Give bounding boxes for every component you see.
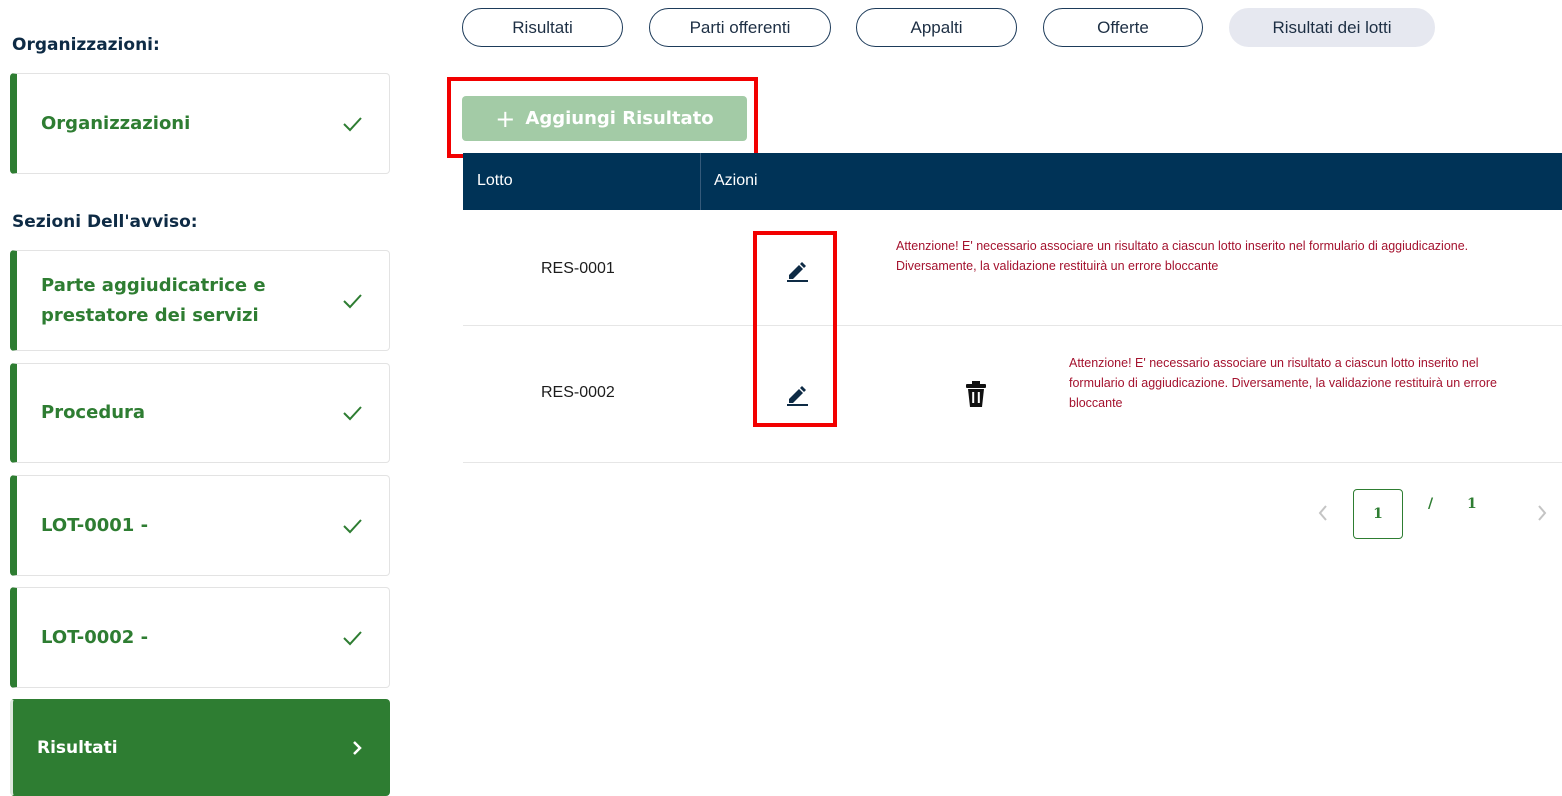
warning-message: Attenzione! E' necessario associare un r… (1069, 356, 1497, 410)
organizations-heading: Organizzazioni: (12, 35, 160, 55)
sidebar-item-label: Parte aggiudicatrice e prestatore dei se… (41, 274, 266, 326)
sidebar-item-label: LOT-0002 - (41, 626, 149, 648)
warning-message: Attenzione! E' necessario associare un r… (896, 239, 1469, 273)
sidebar-item-lot-0002[interactable]: LOT-0002 - (10, 587, 390, 688)
tab-risultati[interactable]: Risultati (462, 8, 623, 47)
sections-heading: Sezioni Dell'avviso: (12, 212, 198, 232)
column-header-lotto: Lotto (477, 172, 513, 189)
page-separator: / (1428, 496, 1434, 512)
column-header-azioni: Azioni (714, 172, 758, 189)
add-result-button[interactable]: + Aggiungi Risultato (462, 96, 747, 141)
sidebar-item-risultati[interactable]: Risultati (10, 699, 390, 796)
tab-appalti[interactable]: Appalti (856, 8, 1017, 47)
sidebar-item-lot-0001[interactable]: LOT-0001 - (10, 475, 390, 576)
check-icon (343, 630, 362, 645)
row-code: RES-0002 (541, 384, 615, 401)
add-result-label: Aggiungi Risultato (525, 108, 714, 129)
check-icon (343, 406, 362, 421)
chevron-right-icon[interactable] (1535, 503, 1549, 523)
sidebar-item-organizzazioni[interactable]: Organizzazioni (10, 73, 390, 174)
sidebar-item-label: Organizzazioni (41, 112, 191, 134)
total-pages: 1 (1467, 496, 1477, 512)
table-header: Lotto Azioni (463, 153, 1562, 210)
highlight-edit-icons (753, 231, 837, 427)
check-icon (343, 116, 362, 131)
plus-icon: + (495, 104, 516, 133)
tab-parti-offerenti[interactable]: Parti offerenti (649, 8, 831, 47)
current-page[interactable]: 1 (1353, 489, 1403, 539)
tab-offerte[interactable]: Offerte (1043, 8, 1203, 47)
sidebar-item-label: LOT-0001 - (41, 514, 149, 536)
trash-icon[interactable] (965, 381, 987, 407)
check-icon (343, 518, 362, 533)
sidebar-item-label: Risultati (37, 737, 118, 758)
chevron-left-icon[interactable] (1316, 503, 1330, 523)
chevron-right-icon (353, 740, 362, 755)
row-code: RES-0001 (541, 260, 615, 277)
sidebar-item-label: Procedura (41, 402, 146, 423)
check-icon (343, 293, 362, 308)
column-divider (700, 153, 701, 210)
sidebar-item-parte-aggiudicatrice[interactable]: Parte aggiudicatrice e prestatore dei se… (10, 250, 390, 351)
table-row: RES-0002 Attenzione! E' necessario assoc… (463, 326, 1562, 463)
tab-risultati-dei-lotti[interactable]: Risultati dei lotti (1229, 8, 1435, 47)
sidebar-item-procedura[interactable]: Procedura (10, 363, 390, 463)
table-row: RES-0001 Attenzione! E' necessario assoc… (463, 210, 1562, 326)
